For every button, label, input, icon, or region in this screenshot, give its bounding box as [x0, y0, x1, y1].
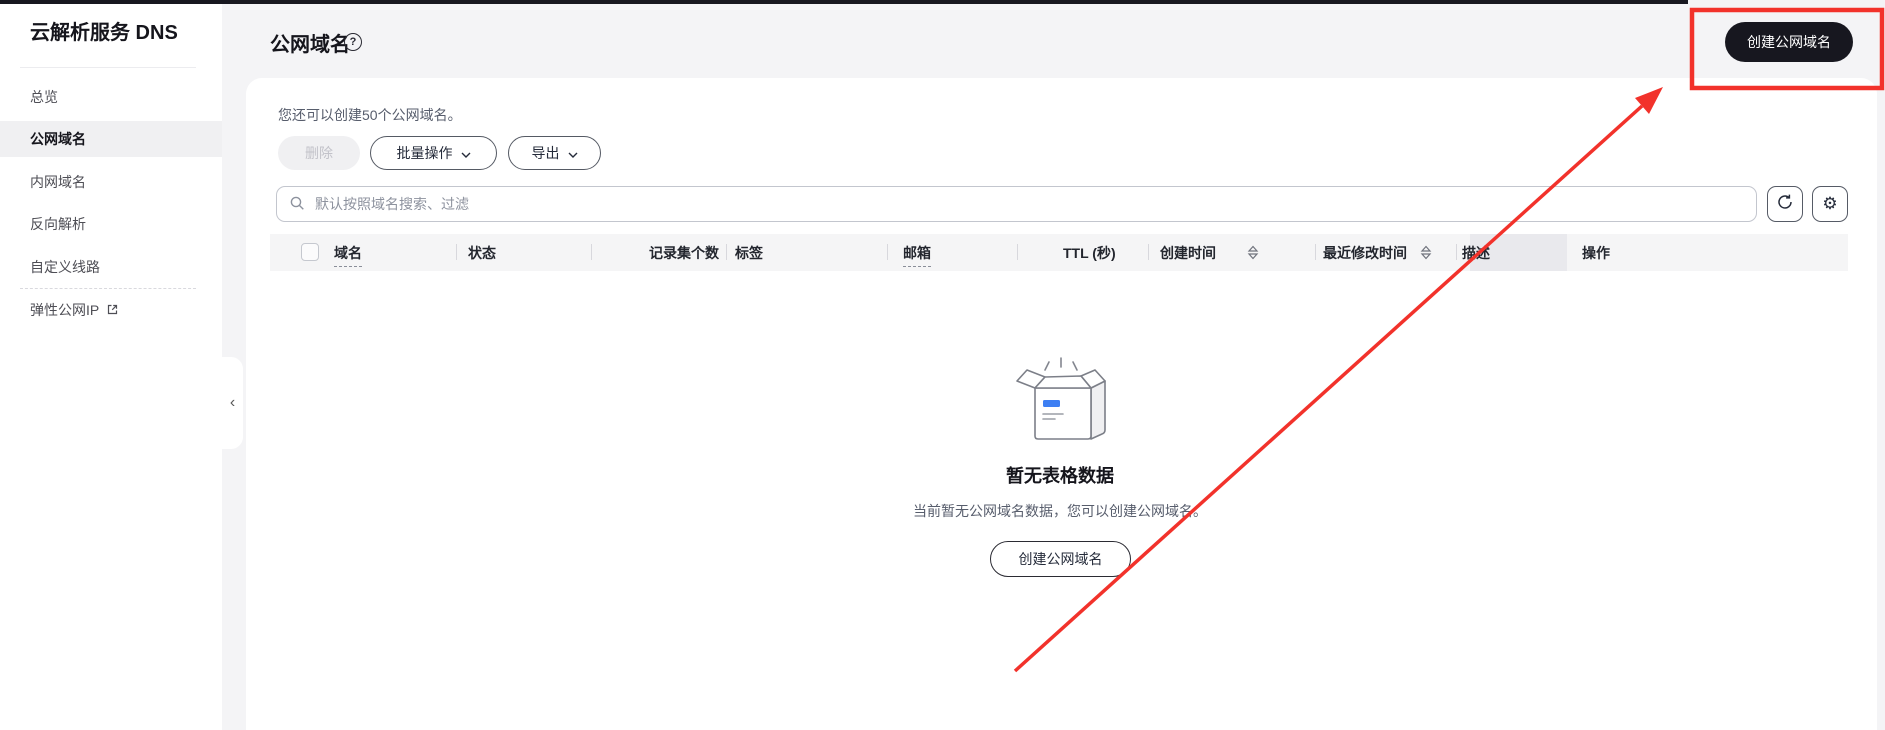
quota-text: 您还可以创建50个公网域名。 [278, 107, 462, 123]
empty-box-icon [1005, 350, 1117, 455]
column-header-domain[interactable]: 域名 [334, 243, 362, 267]
batch-operation-label: 批量操作 [396, 145, 453, 161]
export-button[interactable]: 导出 [508, 136, 601, 170]
search-input[interactable] [276, 186, 1757, 222]
sidebar-item-custom-lines[interactable]: 自定义线路 [0, 249, 222, 285]
batch-operation-button[interactable]: 批量操作 [370, 136, 497, 170]
sidebar-item-private-zones[interactable]: 内网域名 [0, 164, 222, 200]
column-divider [726, 244, 727, 260]
column-header-ttl: TTL (秒) [1063, 245, 1116, 261]
sort-icon-modified[interactable] [1420, 245, 1432, 265]
column-header-status: 状态 [468, 245, 496, 261]
column-header-description: 描述 [1462, 245, 1490, 261]
export-label: 导出 [531, 145, 560, 161]
delete-button[interactable]: 删除 [278, 136, 360, 170]
sidebar-divider [20, 67, 196, 68]
column-divider [887, 244, 888, 260]
sidebar: 云解析服务 DNS 总览 公网域名 内网域名 反向解析 自定义线路 弹性公网IP [0, 0, 222, 730]
column-header-recordsets: 记录集个数 [649, 245, 719, 261]
browser-top-edge [0, 0, 1688, 4]
chevron-down-icon [461, 145, 471, 161]
column-header-email[interactable]: 邮箱 [903, 243, 931, 267]
sidebar-collapse-handle[interactable]: ‹ [222, 357, 243, 449]
create-public-zone-button[interactable]: 创建公网域名 [1725, 22, 1853, 62]
create-public-zone-empty-button[interactable]: 创建公网域名 [990, 541, 1131, 577]
sidebar-dashed-divider [20, 288, 196, 289]
search-box [276, 186, 1757, 222]
chevron-left-icon: ‹ [229, 394, 236, 411]
sidebar-item-eip-label: 弹性公网IP [30, 302, 100, 318]
column-divider [456, 244, 457, 260]
empty-state-title: 暂无表格数据 [1006, 466, 1114, 486]
sidebar-item-ptr-records[interactable]: 反向解析 [0, 206, 222, 242]
sidebar-item-public-zones[interactable]: 公网域名 [0, 121, 222, 157]
chevron-down-icon [568, 145, 578, 161]
column-divider [1148, 244, 1149, 260]
column-header-tags: 标签 [735, 245, 763, 261]
content-card: 您还可以创建50个公网域名。 删除 批量操作 导出 ⚙ 域名 状态 记录集个数 [246, 78, 1877, 730]
help-icon[interactable]: ? [344, 33, 362, 51]
column-divider [1456, 244, 1457, 260]
column-divider [1315, 244, 1316, 260]
column-header-modified: 最近修改时间 [1323, 245, 1407, 261]
sidebar-title: 云解析服务 DNS [30, 22, 178, 44]
empty-state-description: 当前暂无公网域名数据，您可以创建公网域名。 [913, 503, 1207, 519]
sidebar-item-eip[interactable]: 弹性公网IP [0, 292, 222, 328]
settings-button[interactable]: ⚙ [1812, 186, 1848, 222]
column-divider [1017, 244, 1018, 260]
sidebar-item-overview[interactable]: 总览 [0, 79, 222, 115]
select-all-checkbox[interactable] [301, 243, 319, 261]
table-header-row [270, 234, 1848, 271]
dns-console-page: 云解析服务 DNS 总览 公网域名 内网域名 反向解析 自定义线路 弹性公网IP… [0, 0, 1885, 730]
column-header-operation: 操作 [1582, 245, 1610, 261]
refresh-icon [1776, 193, 1794, 216]
column-header-created: 创建时间 [1160, 245, 1216, 261]
gear-icon: ⚙ [1822, 194, 1838, 214]
sort-icon-created[interactable] [1247, 245, 1259, 265]
column-divider [591, 244, 592, 260]
page-title: 公网域名 [270, 34, 350, 56]
external-link-icon [106, 293, 119, 329]
refresh-button[interactable] [1767, 186, 1803, 222]
